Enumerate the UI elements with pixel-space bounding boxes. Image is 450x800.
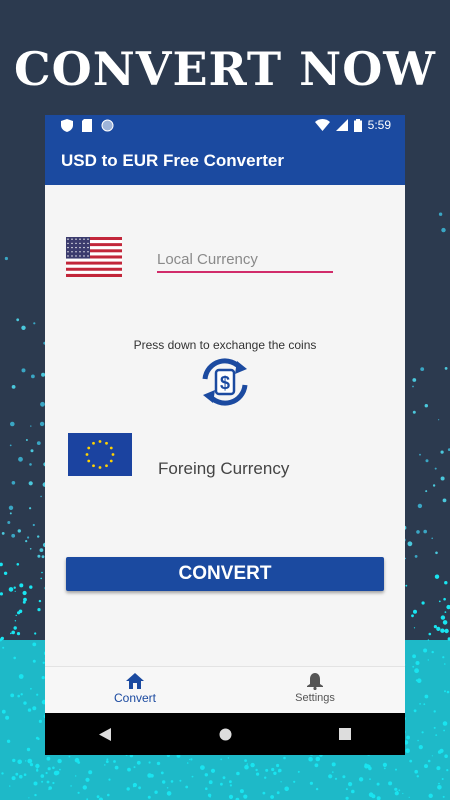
recents-square-icon xyxy=(339,728,351,740)
bell-icon xyxy=(307,673,323,690)
app-title: USD to EUR Free Converter xyxy=(61,151,284,170)
home-icon xyxy=(126,673,144,689)
app-bar: USD to EUR Free Converter xyxy=(45,137,405,185)
converter-panel: Press down to exchange the coins $ Forei… xyxy=(45,185,405,665)
sim-card-icon xyxy=(82,119,92,132)
bottom-navigation: Convert Settings xyxy=(45,666,405,714)
status-time: 5:59 xyxy=(367,118,391,132)
circle-status-icon xyxy=(101,119,114,132)
battery-icon xyxy=(353,118,362,132)
currency-exchange-icon[interactable]: $ xyxy=(195,357,255,407)
svg-text:$: $ xyxy=(220,373,230,393)
promo-title: CONVERT NOW xyxy=(14,42,436,96)
us-flag-icon xyxy=(66,237,122,277)
phone-screen: 5:59 USD to EUR Free Converter Press dow… xyxy=(45,115,405,755)
status-bar: 5:59 xyxy=(45,115,405,137)
cell-signal-icon xyxy=(335,119,348,131)
recents-button[interactable] xyxy=(325,719,365,749)
convert-button[interactable]: CONVERT xyxy=(66,557,384,591)
nav-item-convert[interactable]: Convert xyxy=(45,667,225,714)
back-triangle-icon xyxy=(99,727,111,741)
exchange-hint: Press down to exchange the coins xyxy=(133,338,317,352)
nav-item-settings[interactable]: Settings xyxy=(225,667,405,714)
home-button[interactable] xyxy=(205,719,245,749)
local-currency-input[interactable] xyxy=(157,247,333,273)
system-navigation-bar xyxy=(45,713,405,755)
back-button[interactable] xyxy=(85,719,125,749)
nav-label-convert: Convert xyxy=(113,691,157,705)
wifi-icon xyxy=(314,119,330,131)
foreign-currency-label: Foreing Currency xyxy=(158,459,290,478)
nav-label-settings: Settings xyxy=(295,692,335,704)
shield-icon xyxy=(61,119,73,132)
home-circle-icon xyxy=(219,728,231,740)
eu-flag-icon xyxy=(68,433,132,476)
